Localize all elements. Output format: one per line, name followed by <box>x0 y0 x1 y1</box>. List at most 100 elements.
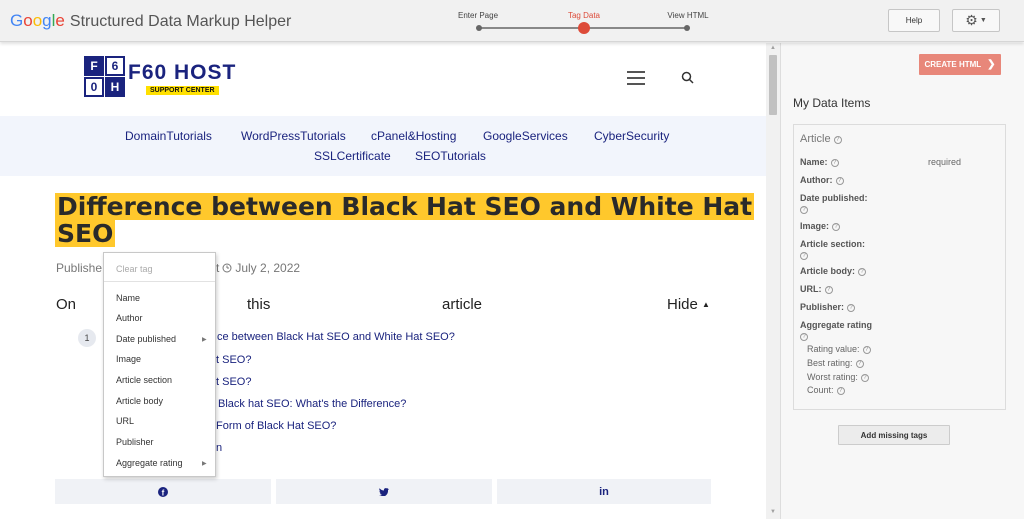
help-icon[interactable]: ? <box>800 252 808 260</box>
progress-steps: Enter Page Tag Data View HTML <box>458 0 709 42</box>
logo-cell: F <box>84 56 104 76</box>
nav-link-ssl-certificate[interactable]: SSLCertificate <box>314 149 391 163</box>
help-icon[interactable]: ? <box>800 206 808 214</box>
scroll-up-arrow-icon[interactable]: ▲ <box>770 45 776 51</box>
category-nav: DomainTutorials WordPressTutorials cPane… <box>0 116 766 176</box>
help-icon[interactable]: ? <box>862 346 871 354</box>
settings-button[interactable]: ⚙ ▼ <box>952 9 1000 32</box>
menu-item-author[interactable]: Author <box>116 313 143 323</box>
toc-hide-toggle[interactable]: Hide ▲ <box>667 296 710 313</box>
field-best-rating: Best rating:? <box>807 358 864 368</box>
article-title-line1[interactable]: Difference between Black Hat SEO and Whi… <box>55 193 755 220</box>
google-logo: Google Structured Data Markup Helper <box>10 11 291 31</box>
toc-link[interactable]: t SEO? <box>216 354 251 366</box>
logo-letter: G <box>10 11 24 30</box>
nav-link-cpanel-hosting[interactable]: cPanel&Hosting <box>371 129 456 143</box>
help-icon[interactable]: ? <box>830 159 839 167</box>
published-date: July 2, 2022 <box>222 261 300 275</box>
nav-link-seo-tutorials[interactable]: SEOTutorials <box>415 149 486 163</box>
scroll-down-arrow-icon[interactable]: ▼ <box>770 509 776 515</box>
top-bar: Google Structured Data Markup Helper Ente… <box>0 0 1024 42</box>
field-date-published: Date published: <box>800 193 868 203</box>
help-icon[interactable]: ? <box>858 268 867 276</box>
clock-icon <box>222 263 232 273</box>
nav-link-wordpress-tutorials[interactable]: WordPressTutorials <box>241 129 346 143</box>
field-label: Worst rating: <box>807 372 858 382</box>
menu-item-aggregate-rating[interactable]: Aggregate rating <box>116 458 183 468</box>
step-dot-view-html[interactable] <box>684 25 690 31</box>
site-name[interactable]: F60 HOST <box>128 61 236 85</box>
help-icon[interactable]: ? <box>800 333 808 341</box>
field-worst-rating: Worst rating:? <box>807 372 869 382</box>
toc-number: 1 <box>78 329 96 347</box>
create-html-label: CREATE HTML <box>924 60 982 69</box>
menu-item-name[interactable]: Name <box>116 293 140 303</box>
help-icon[interactable]: ? <box>847 304 856 312</box>
step-label-tag-data[interactable]: Tag Data <box>568 11 600 20</box>
field-image: Image:? <box>800 221 841 231</box>
hamburger-menu-icon[interactable] <box>627 71 645 85</box>
help-icon[interactable]: ? <box>855 360 864 368</box>
field-count: Count:? <box>807 385 845 395</box>
nav-link-domain-tutorials[interactable]: DomainTutorials <box>125 129 212 143</box>
logo-cell: 6 <box>105 56 125 76</box>
article-type-label: Article <box>800 133 831 145</box>
field-label: Rating value: <box>807 344 860 354</box>
menu-item-article-section[interactable]: Article section <box>116 375 172 385</box>
help-icon[interactable]: ? <box>824 286 833 294</box>
share-linkedin-button[interactable]: in <box>497 479 711 504</box>
field-name: Name:? <box>800 157 839 167</box>
help-button[interactable]: Help <box>888 9 940 32</box>
field-article-section: Article section: <box>800 239 866 249</box>
preview-scrollbar[interactable]: ▲ ▼ <box>766 43 780 519</box>
published-fragment: t <box>216 261 220 275</box>
article-title-line2[interactable]: SEO <box>55 220 116 247</box>
step-label-enter-page[interactable]: Enter Page <box>458 11 498 20</box>
create-html-button[interactable]: CREATE HTML ❯ <box>919 54 1001 75</box>
linkedin-icon: in <box>599 485 609 498</box>
add-missing-tags-button[interactable]: Add missing tags <box>838 425 950 445</box>
article-title[interactable]: Difference between Black Hat SEO and Whi… <box>55 193 755 247</box>
help-icon[interactable]: ? <box>835 177 844 185</box>
menu-item-url[interactable]: URL <box>116 416 134 426</box>
logo-cell: H <box>105 77 125 97</box>
published-date-text: July 2, 2022 <box>235 261 301 275</box>
nav-link-google-services[interactable]: GoogleServices <box>483 129 568 143</box>
share-twitter-button[interactable] <box>276 479 492 504</box>
field-label: Article body: <box>800 266 856 276</box>
help-icon[interactable]: ? <box>832 223 841 231</box>
toc-link[interactable]: n <box>216 442 222 454</box>
search-icon[interactable] <box>681 71 694 84</box>
field-label: Name: <box>800 157 828 167</box>
toc-link[interactable]: ce between Black Hat SEO and White Hat S… <box>217 331 455 343</box>
menu-item-article-body[interactable]: Article body <box>116 396 163 406</box>
site-tagline: SUPPORT CENTER <box>146 86 219 95</box>
twitter-icon <box>379 487 389 496</box>
toc-heading-word: this <box>247 296 271 313</box>
menu-item-image[interactable]: Image <box>116 354 141 364</box>
logo-letter: e <box>55 11 65 30</box>
toc-link[interactable]: Black hat SEO: What's the Difference? <box>218 398 406 410</box>
submenu-arrow-icon: ▶ <box>202 337 207 343</box>
toc-link[interactable]: t SEO? <box>216 376 251 388</box>
clear-tag-menu-item: Clear tag <box>116 264 153 274</box>
menu-item-publisher[interactable]: Publisher <box>116 437 154 447</box>
help-icon[interactable]: ? <box>836 387 845 395</box>
nav-link-cyber-security[interactable]: CyberSecurity <box>594 129 669 143</box>
menu-item-date-published[interactable]: Date published <box>116 334 176 344</box>
site-logo[interactable]: F 6 0 H <box>84 56 127 99</box>
step-dot-enter-page[interactable] <box>476 25 482 31</box>
menu-divider <box>104 281 215 282</box>
share-facebook-button[interactable]: f <box>55 479 271 504</box>
toc-heading-word: On <box>56 296 77 313</box>
scroll-thumb[interactable] <box>769 55 777 115</box>
step-label-view-html[interactable]: View HTML <box>667 11 708 20</box>
toc-link[interactable]: Form of Black Hat SEO? <box>216 420 336 432</box>
tag-context-menu: Clear tag Name Author Date published ▶ I… <box>103 252 216 477</box>
article-type-heading: Article? <box>800 133 842 145</box>
step-dot-tag-data[interactable] <box>578 22 590 34</box>
logo-cell: 0 <box>84 77 104 97</box>
help-icon[interactable]: ? <box>833 136 842 144</box>
field-label: Publisher: <box>800 302 845 312</box>
help-icon[interactable]: ? <box>860 374 869 382</box>
